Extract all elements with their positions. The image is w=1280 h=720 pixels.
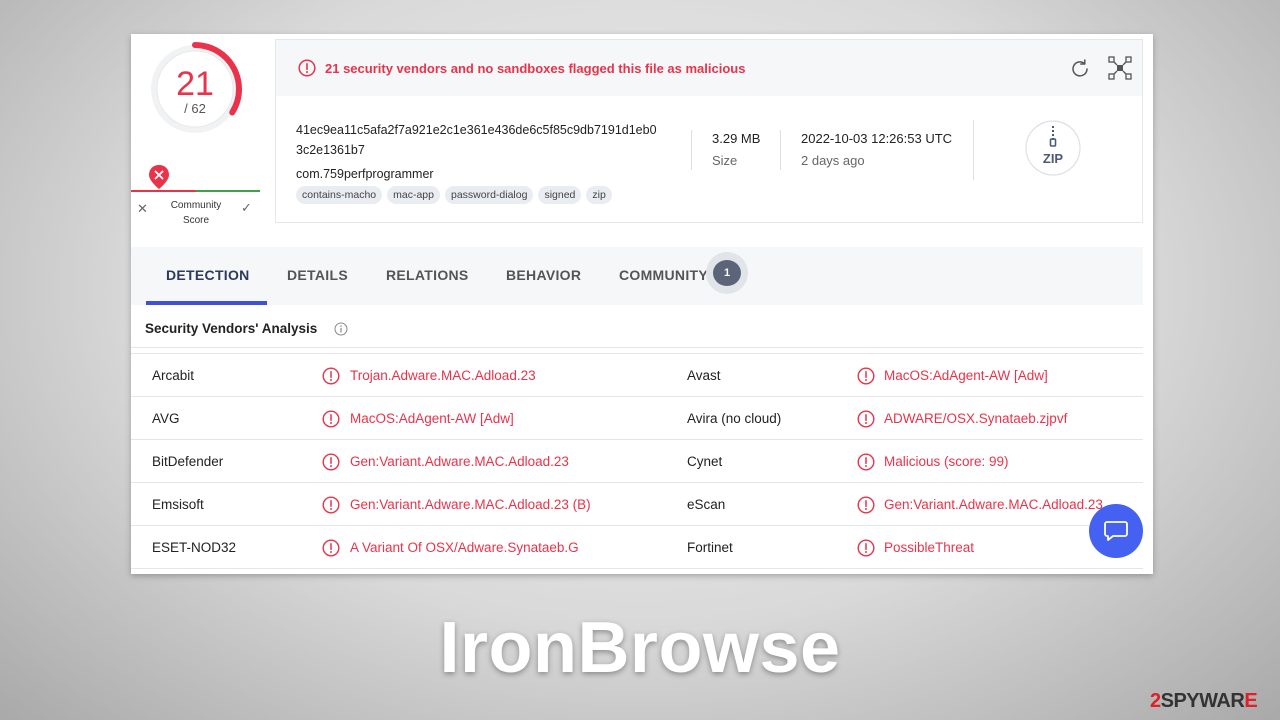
alert-circle-icon xyxy=(857,539,875,557)
community-bar-negative xyxy=(131,190,196,192)
active-tab-indicator xyxy=(146,301,267,305)
watermark-accent: E xyxy=(1244,690,1258,712)
malicious-marker-icon xyxy=(149,165,169,189)
report-panel: 21 / 62 ✕ Community Score ✓ 21 security … xyxy=(131,34,1153,574)
detection-result: MacOS:AdAgent-AW [Adw] xyxy=(350,411,514,426)
file-size-label: Size xyxy=(712,153,738,168)
section-title: Security Vendors' Analysis xyxy=(145,321,318,336)
table-row: ESET-NOD32 A Variant Of OSX/Adware.Synat… xyxy=(131,526,1143,569)
info-icon[interactable] xyxy=(334,322,348,336)
detection-result: PossibleThreat xyxy=(884,540,975,555)
tab-community[interactable]: COMMUNITY xyxy=(619,267,708,283)
overlay-title: IronBrowse xyxy=(439,608,841,688)
file-date-label: 2 days ago xyxy=(801,153,865,168)
detection-result: Gen:Variant.Adware.MAC.Adload.23 (B) xyxy=(350,497,591,512)
alert-circle-icon xyxy=(322,367,340,385)
file-hash[interactable]: 41ec9ea11c5afa2f7a921e2c1e361e436de6c5f8… xyxy=(296,120,686,160)
close-icon[interactable]: ✕ xyxy=(137,201,148,217)
table-row: Emsisoft Gen:Variant.Adware.MAC.Adload.2… xyxy=(131,483,1143,526)
file-name: com.759perfprogrammer xyxy=(296,167,434,181)
file-hash-line1: 41ec9ea11c5afa2f7a921e2c1e361e436de6c5f8… xyxy=(296,123,657,137)
alert-circle-icon xyxy=(298,59,316,77)
alert-bar: 21 security vendors and no sandboxes fla… xyxy=(276,40,1142,96)
reload-icon[interactable] xyxy=(1069,58,1091,80)
tag[interactable]: zip xyxy=(586,186,612,204)
detection-result: MacOS:AdAgent-AW [Adw] xyxy=(884,368,1048,383)
score-value: 21 xyxy=(176,65,214,103)
detection-result: A Variant Of OSX/Adware.Synataeb.G xyxy=(350,540,579,555)
watermark-prefix: 2 xyxy=(1150,690,1161,712)
zip-file-icon: ZIP xyxy=(1025,120,1081,176)
alert-circle-icon xyxy=(857,410,875,428)
community-score: ✕ Community Score ✓ xyxy=(131,164,261,226)
vendor-name: BitDefender xyxy=(152,454,224,469)
divider xyxy=(973,120,974,180)
alert-circle-icon xyxy=(322,410,340,428)
watermark-logo: 2SPYWARE xyxy=(1150,690,1258,713)
table-row: BitDefender Gen:Variant.Adware.MAC.Adloa… xyxy=(131,440,1143,483)
file-tags: contains-macho mac-app password-dialog s… xyxy=(296,186,612,204)
chat-button[interactable] xyxy=(1089,504,1143,558)
zip-label: ZIP xyxy=(1043,151,1064,166)
vendor-table: Arcabit Trojan.Adware.MAC.Adload.23 Avas… xyxy=(131,353,1143,569)
tag[interactable]: signed xyxy=(538,186,582,204)
detection-result: Gen:Variant.Adware.MAC.Adload.23 xyxy=(884,497,1103,512)
community-label: Community Score xyxy=(161,198,231,228)
tag[interactable]: contains-macho xyxy=(296,186,383,204)
file-info-box: 21 security vendors and no sandboxes fla… xyxy=(275,39,1143,223)
alert-circle-icon xyxy=(857,496,875,514)
vendor-name: Avira (no cloud) xyxy=(687,411,782,426)
table-row: AVG MacOS:AdAgent-AW [Adw] Avira (no clo… xyxy=(131,397,1143,440)
tab-bar: DETECTION DETAILS RELATIONS BEHAVIOR COM… xyxy=(131,247,1143,305)
community-bar-positive xyxy=(196,190,260,192)
file-hash-line2: 3c2e1361b7 xyxy=(296,143,365,157)
tab-details[interactable]: DETAILS xyxy=(287,267,348,283)
detection-result: Gen:Variant.Adware.MAC.Adload.23 xyxy=(350,454,569,469)
score-total: / 62 xyxy=(184,101,206,116)
chat-icon xyxy=(1104,521,1128,541)
community-count-badge[interactable]: 1 xyxy=(713,260,741,286)
watermark-main: SPYWAR xyxy=(1160,690,1245,712)
alert-circle-icon xyxy=(857,367,875,385)
alert-circle-icon xyxy=(322,496,340,514)
alert-circle-icon xyxy=(322,453,340,471)
vendor-name: Emsisoft xyxy=(152,497,204,512)
detection-result: ADWARE/OSX.Synataeb.zjpvf xyxy=(884,411,1068,426)
graph-icon[interactable] xyxy=(1107,55,1133,81)
table-row: Arcabit Trojan.Adware.MAC.Adload.23 Avas… xyxy=(131,354,1143,397)
vendor-name: ESET-NOD32 xyxy=(152,540,237,555)
detection-result: Malicious (score: 99) xyxy=(884,454,1009,469)
community-label-line1: Community xyxy=(170,200,222,211)
vendor-name: Avast xyxy=(687,368,721,383)
tab-relations[interactable]: RELATIONS xyxy=(386,267,469,283)
tab-detection[interactable]: DETECTION xyxy=(166,267,250,283)
detection-score: 21 / 62 xyxy=(145,39,245,139)
tag[interactable]: mac-app xyxy=(387,186,440,204)
divider xyxy=(131,347,1143,348)
check-icon[interactable]: ✓ xyxy=(241,200,252,216)
alert-text: 21 security vendors and no sandboxes fla… xyxy=(325,61,746,76)
divider xyxy=(691,130,692,170)
vendor-name: Arcabit xyxy=(152,368,195,383)
vendor-name: Cynet xyxy=(687,454,723,469)
vendor-name: Fortinet xyxy=(687,540,733,555)
tab-behavior[interactable]: BEHAVIOR xyxy=(506,267,581,283)
file-size-value: 3.29 MB xyxy=(712,131,761,146)
vendor-name: eScan xyxy=(687,497,726,512)
alert-circle-icon xyxy=(322,539,340,557)
detection-result: Trojan.Adware.MAC.Adload.23 xyxy=(350,368,536,383)
tag[interactable]: password-dialog xyxy=(444,186,534,204)
community-label-line2: Score xyxy=(182,215,210,226)
file-date-value: 2022-10-03 12:26:53 UTC xyxy=(801,131,953,146)
vendor-name: AVG xyxy=(152,411,180,426)
divider xyxy=(780,130,781,170)
alert-circle-icon xyxy=(857,453,875,471)
